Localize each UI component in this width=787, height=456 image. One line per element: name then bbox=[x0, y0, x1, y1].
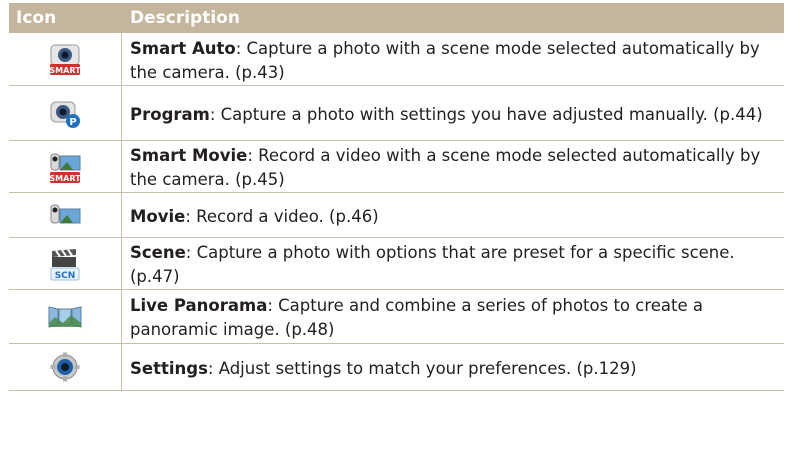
icon-cell: SMART bbox=[9, 141, 122, 192]
icon-cell bbox=[9, 290, 122, 343]
icon-cell: SCN bbox=[9, 238, 122, 289]
scene-icon: SCN bbox=[48, 247, 82, 281]
row-description: Smart Movie: Record a video with a scene… bbox=[130, 146, 761, 189]
icon-cell: SMART bbox=[9, 33, 122, 85]
icon-cell bbox=[9, 344, 122, 390]
svg-text:SMART: SMART bbox=[49, 174, 81, 183]
row-description: Movie: Record a video. (p.46) bbox=[130, 206, 379, 226]
mode-icon-table: Icon Description SMART Smart Auto: Captu… bbox=[9, 3, 784, 391]
table-row: SMART Smart Movie: Record a video with a… bbox=[9, 141, 784, 193]
icon-cell bbox=[9, 193, 122, 237]
svg-text:SMART: SMART bbox=[49, 66, 81, 75]
table-row: Movie: Record a video. (p.46) bbox=[9, 193, 784, 238]
table-row: Settings: Adjust settings to match your … bbox=[9, 344, 784, 391]
mode-name: Movie bbox=[130, 206, 186, 226]
table-row: P Program: Capture a photo with settings… bbox=[9, 86, 784, 141]
settings-icon bbox=[50, 352, 80, 382]
row-description: Smart Auto: Capture a photo with a scene… bbox=[130, 38, 760, 82]
table-row: SMART Smart Auto: Capture a photo with a… bbox=[9, 33, 784, 86]
row-description: Live Panorama: Capture and combine a ser… bbox=[130, 296, 704, 339]
svg-text:SCN: SCN bbox=[55, 271, 76, 281]
svg-text:P: P bbox=[69, 117, 76, 128]
table-row: SCN Scene: Capture a photo with options … bbox=[9, 238, 784, 290]
mode-name: Settings bbox=[130, 358, 208, 378]
mode-name: Smart Auto bbox=[130, 38, 236, 58]
movie-icon bbox=[48, 203, 82, 227]
table-header: Icon Description bbox=[9, 3, 784, 33]
table-row: Live Panorama: Capture and combine a ser… bbox=[9, 290, 784, 344]
row-description: Settings: Adjust settings to match your … bbox=[130, 358, 637, 378]
smart-auto-icon: SMART bbox=[49, 42, 81, 76]
mode-name: Program bbox=[130, 104, 210, 124]
icon-cell: P bbox=[9, 86, 122, 140]
program-icon: P bbox=[49, 97, 81, 129]
smart-movie-icon: SMART bbox=[48, 150, 82, 184]
header-icon: Icon bbox=[16, 8, 57, 28]
header-description: Description bbox=[130, 8, 240, 28]
live-panorama-icon bbox=[47, 305, 83, 329]
row-description: Scene: Capture a photo with options that… bbox=[130, 243, 735, 286]
mode-name: Scene bbox=[130, 243, 186, 262]
mode-name: Live Panorama bbox=[130, 296, 268, 315]
row-description: Program: Capture a photo with settings y… bbox=[130, 104, 763, 124]
mode-name: Smart Movie bbox=[130, 146, 248, 165]
